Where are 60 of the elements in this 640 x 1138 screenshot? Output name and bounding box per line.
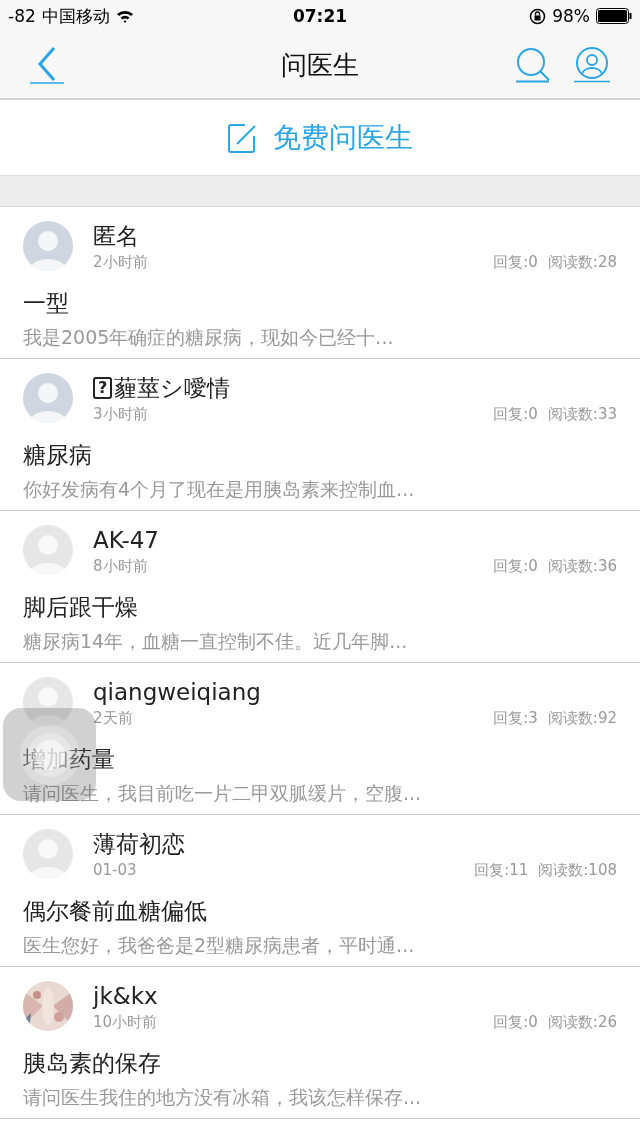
user-name: 薄荷初恋: [93, 830, 185, 859]
user-name: 薶莖シ噯情: [114, 374, 231, 403]
post-title: 糖尿病: [23, 441, 93, 470]
post-summary: 请问医生，我目前吃一片二甲双胍缓片，空腹...: [23, 781, 423, 806]
post-row[interactable]: ? 薶莖シ噯情 3小时前 回复:0 阅读数:33 糖尿病 你好发病有4个月了现在是用胰岛素来控制血...: [0, 359, 640, 511]
avatar-icon: [23, 373, 73, 423]
post-time: 01-03: [93, 861, 137, 880]
wifi-icon: [115, 9, 134, 23]
post-time: 8小时前: [93, 557, 148, 576]
post-title: 胰岛素的保存: [23, 1049, 162, 1078]
post-row[interactable]: 薄荷初恋 01-03 回复:11 阅读数:108 偶尔餐前血糖偏低 医生您好，我爸爸是2型糖尿病患者，平时通...: [0, 815, 640, 967]
read-count: 阅读数:92: [547, 709, 617, 728]
edit-icon: [227, 121, 257, 154]
user-name: 匿名: [93, 222, 139, 251]
post-summary: 糖尿病14年，血糖一直控制不佳。近几年脚...: [23, 629, 409, 654]
post-summary: 你好发病有4个月了现在是用胰岛素来控制血...: [23, 477, 416, 502]
signal-strength: -82: [8, 6, 36, 26]
avatar-icon: [23, 829, 73, 879]
post-summary: 我是2005年确症的糖尿病，现如今已经十...: [23, 325, 395, 350]
reply-count: 回复:0: [493, 253, 538, 272]
user-name: AK-47: [93, 526, 159, 555]
reply-count: 回复:0: [493, 1013, 538, 1032]
read-count: 阅读数:108: [538, 861, 617, 880]
post-time: 3小时前: [93, 405, 148, 424]
battery-icon: [596, 8, 632, 24]
post-row[interactable]: 匿名 2小时前 回复:0 阅读数:28 一型 我是2005年确症的糖尿病，现如今已经十...: [0, 207, 640, 359]
read-count: 阅读数:28: [547, 253, 617, 272]
search-button[interactable]: [516, 47, 552, 83]
avatar-icon: [23, 525, 73, 575]
page-title: 问医生: [281, 48, 359, 82]
avatar-icon: [23, 677, 73, 727]
post-row[interactable]: AK-47 8小时前 回复:0 阅读数:36 脚后跟干燥 糖尿病14年，血糖一直控制不佳。近几年脚...: [0, 511, 640, 663]
user-name: qiangweiqiang: [93, 678, 261, 707]
read-count: 阅读数:33: [547, 405, 617, 424]
read-count: 阅读数:36: [547, 557, 617, 576]
post-time: 2天前: [93, 709, 133, 728]
post-row[interactable]: qiangweiqiang 2天前 回复:3 阅读数:92 增加药量 请问医生，我目前吃一片二甲双胍缓片，空腹...: [0, 663, 640, 815]
reply-count: 回复:11: [474, 861, 529, 880]
back-button[interactable]: [30, 45, 66, 85]
reply-count: 回复:0: [493, 405, 538, 424]
rotation-lock-icon: [529, 7, 547, 25]
post-title: 偶尔餐前血糖偏低: [23, 897, 208, 926]
post-summary: 请问医生我住的地方没有冰箱，我该怎样保存...: [23, 1085, 423, 1110]
reply-count: 回复:0: [493, 557, 538, 576]
post-time: 2小时前: [93, 253, 148, 272]
profile-button[interactable]: [574, 47, 610, 83]
battery-percent: 98%: [552, 6, 590, 26]
clock-time: 07:21: [292, 6, 348, 26]
post-row[interactable]: jk&kx 10小时前 回复:0 阅读数:26 胰岛素的保存 请问医生我住的地方没有冰箱，我该怎样保存...: [0, 967, 640, 1119]
user-name: jk&kx: [93, 982, 158, 1011]
post-title: 一型: [23, 289, 70, 318]
post-title: 脚后跟干燥: [23, 593, 139, 622]
reply-count: 回复:3: [493, 709, 538, 728]
carrier-name: 中国移动: [41, 4, 110, 28]
post-title: 增加药量: [23, 745, 116, 774]
avatar-icon: [23, 221, 73, 271]
missing-glyph-mark: ?: [93, 377, 113, 399]
post-time: 10小时前: [93, 1013, 158, 1032]
post-summary: 医生您好，我爸爸是2型糖尿病患者，平时通...: [23, 933, 416, 958]
read-count: 阅读数:26: [547, 1013, 617, 1032]
